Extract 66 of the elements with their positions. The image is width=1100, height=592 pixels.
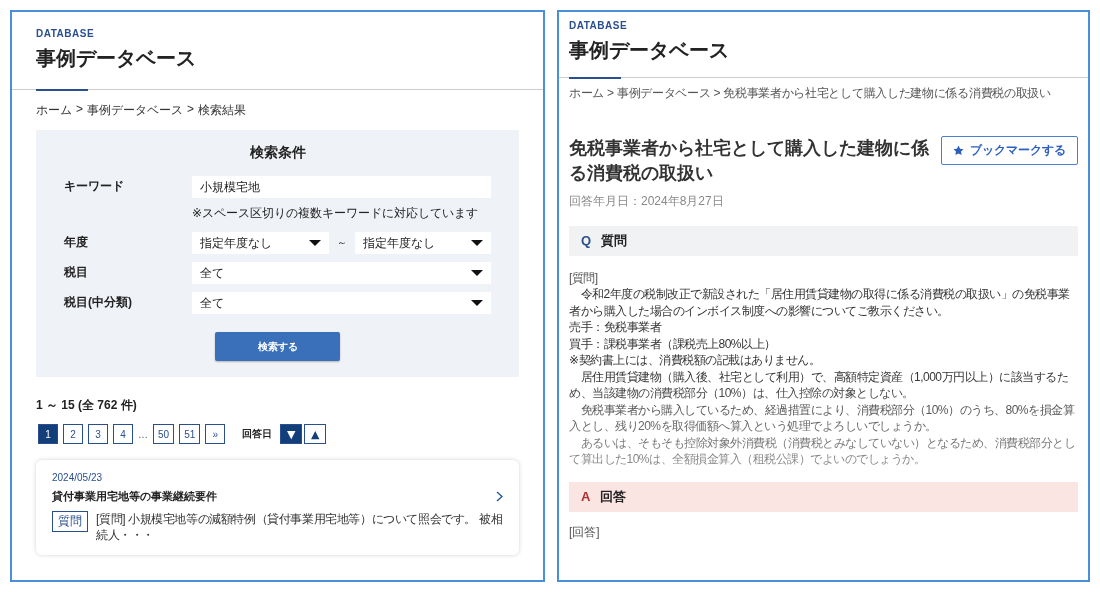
field-label: 税目(中分類) [64,294,133,311]
question-label: [質問] [569,269,599,287]
range-separator: ～ [336,236,347,250]
page-button[interactable]: 1 [38,424,58,444]
question-text: 売手：免税事業者 [569,319,663,336]
question-text: あるいは、そもそも控除対象外消費税（消費税とみなしていない）となるため、消費税部分として算出した10%は、全額損金算入（租税公課）でよいのでしょうか。 [569,434,1076,468]
caret-icon [471,270,483,276]
field-label: 年度 [64,234,89,251]
caret-icon [471,300,483,306]
page-button[interactable]: 51 [179,424,201,444]
breadcrumb-link[interactable]: 事例データベース [616,86,711,100]
page-button[interactable]: » [205,424,226,444]
answer-label: [回答] [568,523,601,541]
question-tag: 質問 [52,511,88,532]
question-text: 免税事業者から購入しているため、経過措置により、消費税部分（10%）のうち、80%を損金算入とし、残り20%を取得価額へ算入という処理でよろしいでしょうか。 [569,401,1076,435]
answer-marker: A [581,489,591,505]
question-text: 居住用賃貸建物（購入後、社宅として利用）で、高額特定資産（1,000万円以上）に該当するため、当該建物の消費税部分（10%）は、仕入控除の対象としない。 [569,368,1070,402]
question-text: 買手：課税事業者（課税売上80%以上） [569,335,777,353]
question-text: ※契約書上には、消費税額の記載はありません。 [569,352,822,369]
page-button[interactable]: 4 [113,424,133,444]
chevron-right-icon [496,491,503,502]
page-button[interactable]: 3 [88,424,108,444]
year-dropdown[interactable]: 指定年度なし [192,232,329,254]
caret-icon [308,240,321,246]
article-title: 免税事業者から社宅として購入した建物に係る消費税の取扱い [569,137,930,186]
year-dropdown[interactable]: 指定年度なし [354,232,491,254]
breadcrumb-separator: > [607,86,614,100]
page-button[interactable]: 2 [63,424,83,444]
breadcrumb-separator: > [713,86,721,100]
breadcrumb-separator: > [76,102,83,116]
answer-date: 回答年月日：2024年8月27日 [568,192,725,210]
result-snippet: [質問] 小規模宅地等の減額特例（貸付事業用宅地等）について照会です。 被相続人・・・ [96,511,503,543]
section-heading: 回答 [600,487,627,506]
section-label: DATABASE [569,20,629,31]
question-marker: Q [581,233,592,249]
breadcrumb-current: 免税事業者から社宅として購入した建物に係る消費税の取扱い [723,86,1051,100]
sort-button[interactable]: ▲ [304,424,327,444]
field-label: 税目 [64,264,89,281]
breadcrumb-link[interactable]: ホーム [569,86,605,100]
question-text: 令和2年度の税制改正で新設された「居住用賃貸建物の取得に係る消費税の取扱い」の免税事業者から購入した場合のインボイス制度への影響についてご教示ください。 [569,286,1071,320]
caret-icon [471,240,483,246]
tax-dropdown[interactable]: 全て [192,292,491,314]
breadcrumb-link[interactable]: 事例データベース [87,102,183,119]
result-date: 2024/05/23 [52,472,104,483]
section-heading: 質問 [601,231,628,250]
bookmark-button[interactable]: ブックマークする [941,136,1078,165]
sort-button[interactable]: ▼ [280,424,303,444]
keyword-field[interactable]: 小規模宅地 [192,176,491,198]
result-card[interactable]: 2024/05/23 貸付事業用宅地等の事業継続要件 質問 [質問] 小規模宅地等の減額特例（貸付事業用宅地等）について照会です。 被相続人・・・ [36,460,519,555]
result-title: 貸付事業用宅地等の事業継続要件 [52,489,217,504]
breadcrumb-link[interactable]: ホーム [36,102,72,119]
page-ellipsis: … [138,428,148,440]
tax-dropdown[interactable]: 全て [192,262,491,284]
breadcrumb-current: 検索結果 [198,102,247,119]
star-icon [953,145,964,156]
search-button[interactable]: 検索する [215,332,340,361]
breadcrumb-separator: > [187,102,195,116]
page-button[interactable]: 50 [153,424,175,444]
sort-label: 回答日 [242,427,273,441]
result-count: 1 ～ 15 (全 762 件) [35,397,138,414]
section-label: DATABASE [36,28,96,39]
search-title: 検索条件 [248,144,307,162]
page-title: 事例データベース [36,46,197,71]
field-note: ※スペース区切りの複数キーワードに対応しています [192,205,480,222]
page-title: 事例データベース [569,38,730,63]
field-label: キーワード [64,178,125,195]
